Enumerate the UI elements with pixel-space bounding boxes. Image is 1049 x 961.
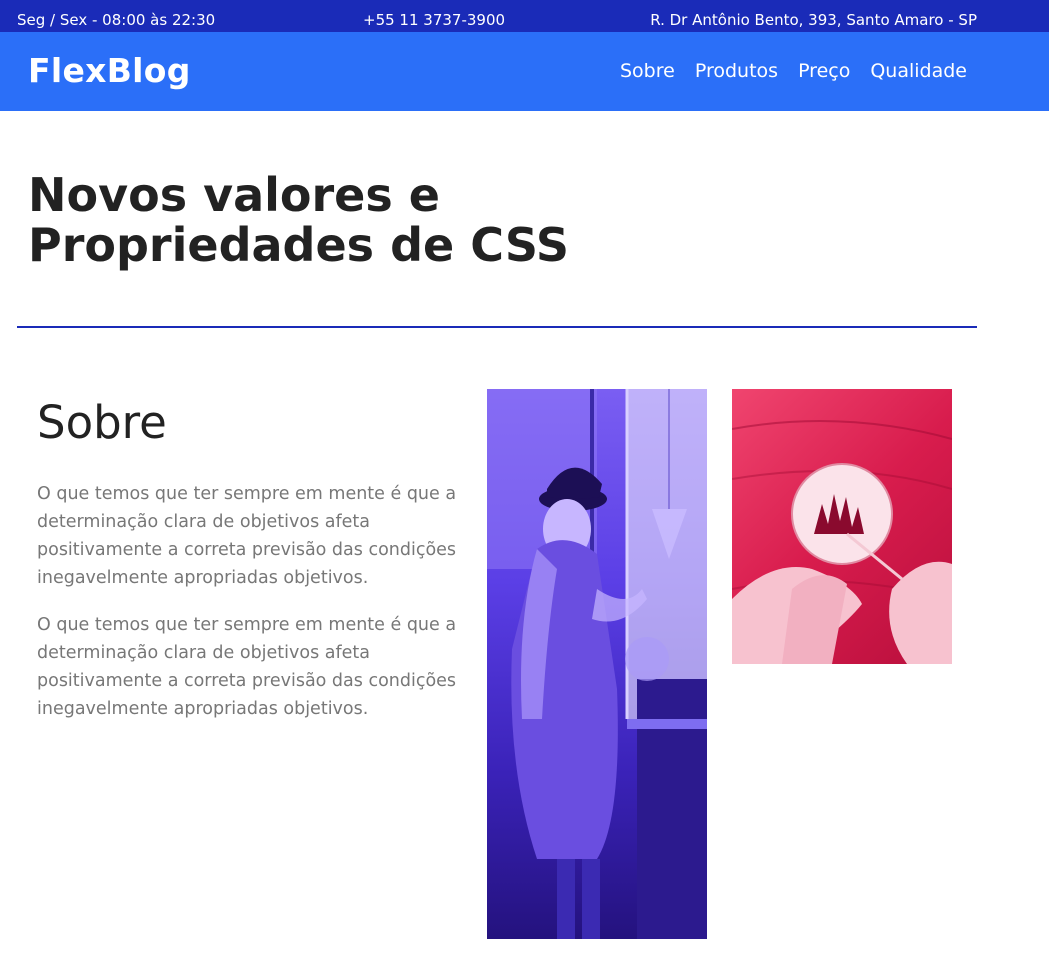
woman-with-hat-photo: [487, 389, 707, 939]
nav-link-sobre[interactable]: Sobre: [620, 59, 675, 83]
about-paragraph: O que temos que ter sempre em mente é qu…: [37, 484, 457, 588]
top-info-bar: Seg / Sex - 08:00 às 22:30 +55 11 3737-3…: [0, 0, 1049, 32]
craft-photo-illustration: [732, 420, 952, 664]
woman-photo-illustration: [487, 389, 707, 939]
phone-number: +55 11 3737-3900: [363, 11, 506, 29]
site-logo[interactable]: FlexBlog: [28, 51, 191, 91]
about-title: Sobre: [37, 396, 167, 449]
main-navbar: FlexBlog Sobre Produtos Preço Qualidade: [0, 32, 1049, 111]
address: R. Dr Antônio Bento, 393, Santo Amaro - …: [650, 11, 977, 29]
hero-title: Novos valores e Propriedades de CSS: [28, 168, 570, 272]
nav-menu: Sobre Produtos Preço Qualidade: [620, 59, 967, 83]
hands-painting-photo: [732, 389, 952, 664]
nav-link-preco[interactable]: Preço: [798, 59, 850, 83]
nav-link-qualidade[interactable]: Qualidade: [870, 59, 967, 83]
opening-hours: Seg / Sex - 08:00 às 22:30: [17, 11, 216, 29]
nav-link-produtos[interactable]: Produtos: [695, 59, 778, 83]
section-divider: [17, 326, 977, 328]
about-paragraph: O que temos que ter sempre em mente é qu…: [37, 615, 457, 719]
